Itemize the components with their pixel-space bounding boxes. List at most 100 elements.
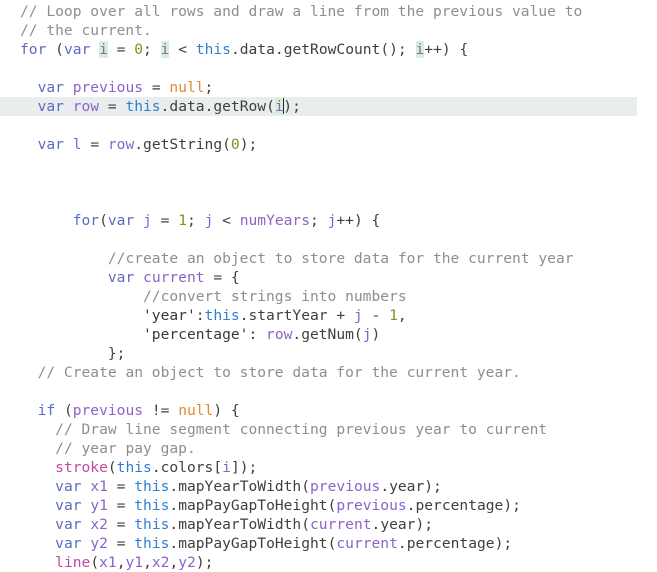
punctuation: ( — [107, 459, 117, 476]
code-line[interactable]: var y1 = this.mapPayGapToHeight(previous… — [0, 496, 657, 515]
code-line[interactable]: // Loop over all rows and draw a line fr… — [0, 2, 657, 21]
variable-previous: previous — [336, 497, 407, 514]
code-line[interactable]: for(var j = 1; j < numYears; j++) { — [0, 211, 657, 230]
keyword-this: this — [134, 535, 170, 552]
code-line[interactable]: // year pay gap. — [0, 439, 657, 458]
keyword-var: var — [107, 269, 135, 286]
identifier-mapyeartowidth: mapYearToWidth — [178, 478, 302, 495]
code-line[interactable]: // Draw line segment connecting previous… — [0, 420, 657, 439]
keyword-for: for — [72, 212, 100, 229]
variable-j: j — [353, 307, 363, 324]
identifier-getrowcount: getRowCount — [283, 41, 381, 58]
property-percentage: percentage — [406, 535, 495, 552]
punctuation: ( — [301, 478, 311, 495]
number-token: 1 — [389, 307, 398, 324]
code-line-blank[interactable] — [0, 382, 657, 401]
number-token: 0 — [230, 136, 240, 153]
punctuation: ); — [283, 98, 301, 115]
code-line-blank[interactable] — [0, 192, 657, 211]
code-line[interactable]: // Create an object to store data for th… — [0, 363, 657, 382]
code-line[interactable]: var y2 = this.mapPayGapToHeight(current.… — [0, 534, 657, 553]
number-token: 1 — [178, 212, 187, 229]
code-line-blank[interactable] — [0, 59, 657, 78]
property-percentage: percentage — [415, 497, 504, 514]
code-line[interactable]: if (previous != null) { — [0, 401, 657, 420]
code-line[interactable]: var x1 = this.mapYearToWidth(previous.ye… — [0, 477, 657, 496]
punctuation — [82, 535, 91, 552]
keyword-if: if — [37, 402, 56, 419]
code-line[interactable]: line(x1,y1,x2,y2); — [0, 553, 657, 572]
variable-j: j — [143, 212, 152, 229]
variable-previous: previous — [72, 402, 144, 419]
variable-row: row — [72, 98, 100, 115]
code-line[interactable]: // the current. — [0, 21, 657, 40]
code-line[interactable]: 'percentage': row.getNum(j) — [0, 325, 657, 344]
identifier-startyear: startYear — [248, 307, 328, 324]
code-line-blank[interactable] — [0, 230, 657, 249]
code-line-active[interactable]: var row = this.data.getRow(i); — [0, 97, 637, 116]
punctuation: ); — [195, 554, 214, 571]
identifier-data: data — [169, 98, 205, 115]
variable-previous: previous — [72, 79, 144, 96]
code-line-blank[interactable] — [0, 116, 657, 135]
string-percentage-key: 'percentage' — [143, 326, 249, 343]
punctuation — [82, 478, 91, 495]
punctuation: ; — [143, 41, 161, 58]
punctuation: (); — [380, 41, 416, 58]
punctuation: ( — [353, 326, 363, 343]
punctuation: = — [107, 478, 135, 495]
comment-token: //create an object to store data for the… — [107, 250, 574, 267]
keyword-for: for — [20, 41, 47, 58]
punctuation: ( — [222, 136, 231, 153]
code-line[interactable]: stroke(this.colors[i]); — [0, 458, 657, 477]
variable-l: l — [72, 136, 82, 153]
keyword-this: this — [134, 497, 170, 514]
punctuation: , — [397, 307, 407, 324]
literal-null: null — [178, 402, 214, 419]
punctuation: = — [107, 497, 135, 514]
variable-y2: y2 — [178, 554, 196, 571]
variable-i: i — [222, 459, 231, 476]
keyword-var: var — [63, 41, 91, 58]
punctuation: . — [169, 516, 179, 533]
punctuation: }; — [107, 345, 126, 362]
code-line[interactable]: var x2 = this.mapYearToWidth(current.yea… — [0, 515, 657, 534]
keyword-var: var — [55, 478, 82, 495]
code-line[interactable]: var l = row.getString(0); — [0, 135, 657, 154]
code-line[interactable]: for (var i = 0; i < this.data.getRowCoun… — [0, 40, 657, 59]
punctuation: ++) { — [336, 212, 381, 229]
keyword-var: var — [107, 212, 135, 229]
variable-current: current — [336, 535, 398, 552]
builtin-line: line — [55, 554, 91, 571]
variable-j: j — [362, 326, 372, 343]
keyword-this: this — [134, 478, 170, 495]
keyword-this: this — [125, 98, 161, 115]
code-line[interactable]: 'year':this.startYear + j - 1, — [0, 306, 657, 325]
punctuation: ) { — [213, 402, 240, 419]
punctuation — [64, 79, 73, 96]
code-line[interactable]: var current = { — [0, 268, 657, 287]
code-line[interactable]: var previous = null; — [0, 78, 657, 97]
identifier-colors: colors — [160, 459, 214, 476]
code-line[interactable]: //create an object to store data for the… — [0, 249, 657, 268]
variable-row: row — [266, 326, 293, 343]
identifier-data: data — [239, 41, 275, 58]
punctuation: ( — [90, 554, 100, 571]
punctuation: : — [248, 326, 267, 343]
comment-token: // Loop over all rows and draw a line fr… — [20, 3, 583, 20]
comment-token: // Create an object to store data for th… — [37, 364, 521, 381]
keyword-var: var — [55, 516, 82, 533]
variable-x1: x1 — [99, 554, 117, 571]
code-line[interactable]: //convert strings into numbers — [0, 287, 657, 306]
variable-x2: x2 — [90, 516, 108, 533]
code-line-blank[interactable] — [0, 173, 657, 192]
code-line-blank[interactable] — [0, 154, 657, 173]
punctuation — [82, 516, 91, 533]
punctuation: ( — [55, 402, 73, 419]
code-editor[interactable]: // Loop over all rows and draw a line fr… — [0, 0, 657, 571]
code-line[interactable]: }; — [0, 344, 657, 363]
